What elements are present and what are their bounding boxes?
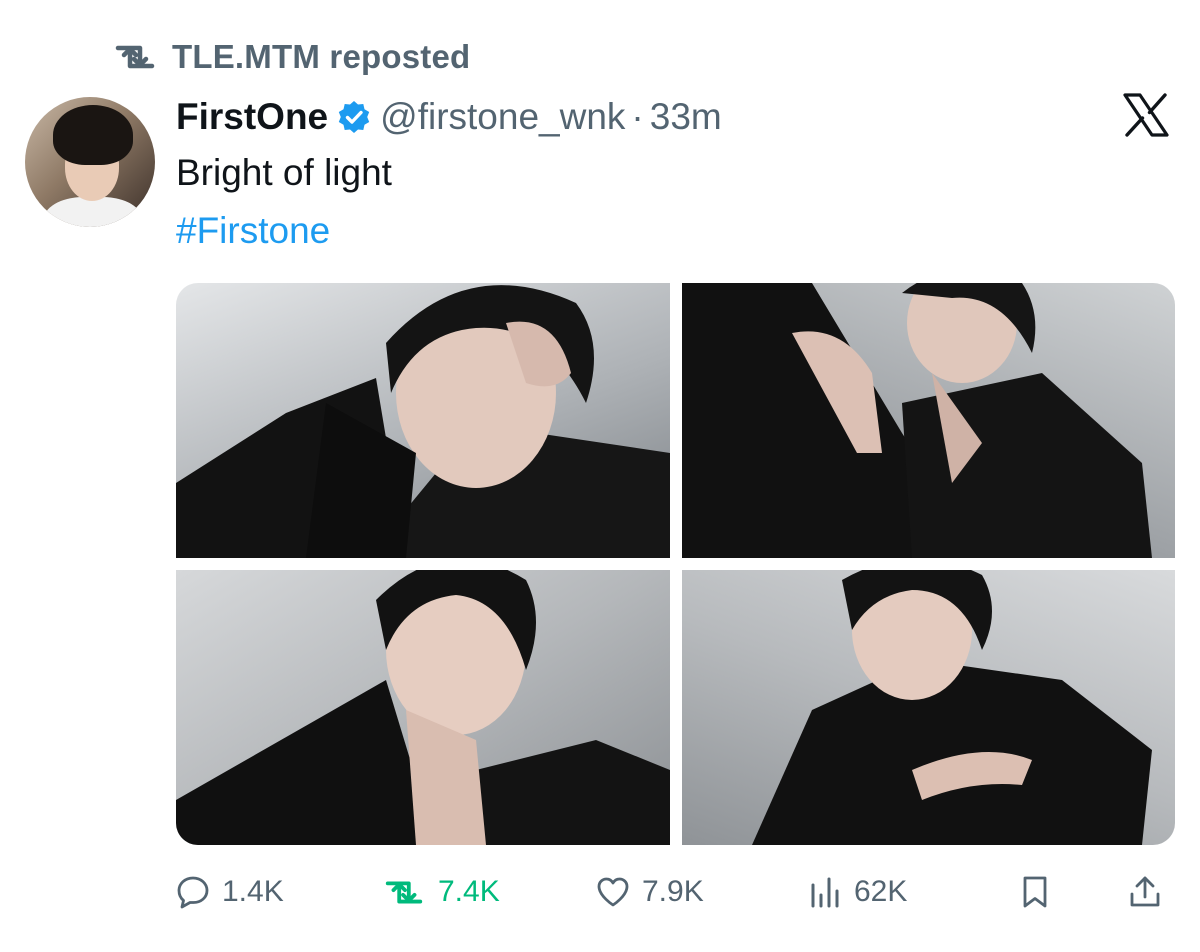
like-button[interactable]: 7.9K <box>596 864 704 920</box>
tweet-text: Bright of light <box>176 152 392 193</box>
bookmark-button[interactable] <box>1018 864 1052 920</box>
verified-badge-icon <box>338 101 370 133</box>
media-grid <box>176 283 1175 845</box>
bookmark-icon <box>1023 876 1047 908</box>
repost-icon <box>115 45 155 69</box>
reply-button[interactable]: 1.4K <box>176 864 284 920</box>
photo-1[interactable] <box>176 283 670 558</box>
x-logo-icon <box>1123 93 1169 137</box>
views-chart-icon <box>811 877 839 908</box>
reply-count: 1.4K <box>222 875 284 908</box>
separator-dot: · <box>631 96 644 137</box>
photo-4[interactable] <box>682 570 1175 845</box>
avatar[interactable] <box>25 97 155 227</box>
repost-banner-label: TLE.MTM reposted <box>172 38 471 75</box>
photo-2[interactable] <box>682 283 1175 558</box>
hashtag-link[interactable]: #Firstone <box>176 210 330 252</box>
repost-active-icon <box>385 881 423 904</box>
user-handle[interactable]: @firstone_wnk <box>380 96 625 138</box>
tweet-header: FirstOne @firstone_wnk · 33m <box>176 94 722 140</box>
repost-banner[interactable]: TLE.MTM reposted <box>112 34 470 80</box>
heart-icon <box>597 877 629 907</box>
display-name[interactable]: FirstOne <box>176 96 328 138</box>
like-count: 7.9K <box>642 875 704 908</box>
views-button[interactable]: 62K <box>808 864 907 920</box>
views-count: 62K <box>854 875 908 908</box>
reply-icon <box>177 876 209 909</box>
repost-button[interactable]: 7.4K <box>382 864 500 920</box>
share-button[interactable] <box>1128 864 1162 920</box>
action-bar: 1.4K 7.4K 7.9K 62K <box>176 864 1176 920</box>
repost-count: 7.4K <box>438 875 500 908</box>
timestamp[interactable]: 33m <box>650 96 722 138</box>
share-icon <box>1130 876 1160 907</box>
photo-3[interactable] <box>176 570 670 845</box>
